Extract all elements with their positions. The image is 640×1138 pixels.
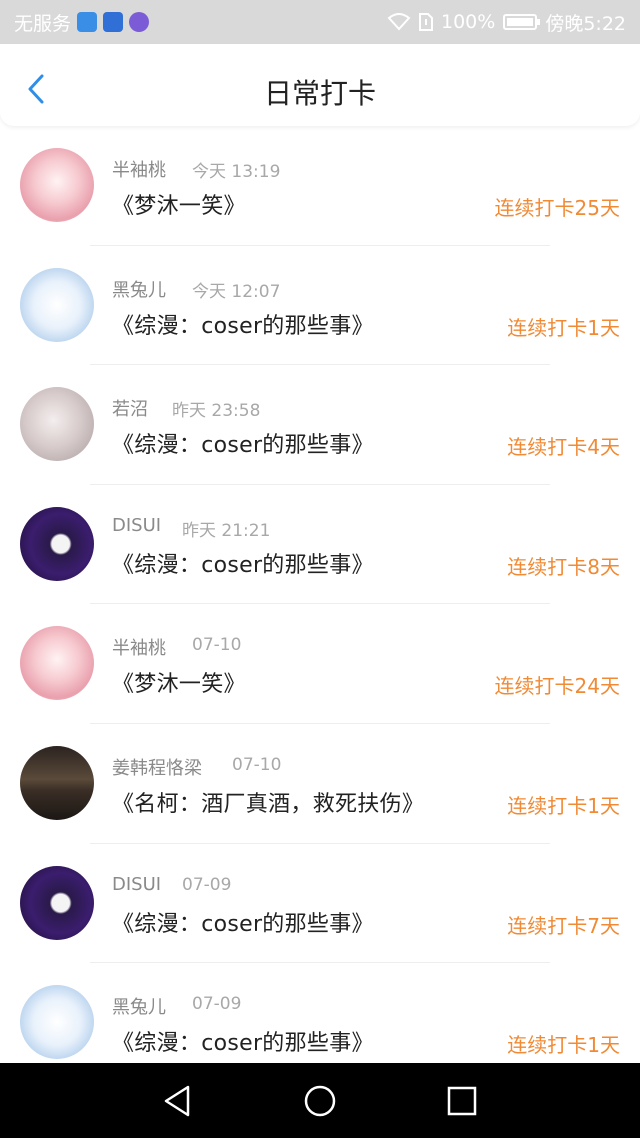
- user-name[interactable]: DISUI: [112, 515, 161, 536]
- list-item[interactable]: 黑兔儿 今天 12:07 《综漫：coser的那些事》 连续打卡1天: [0, 260, 640, 380]
- divider: [90, 842, 550, 844]
- divider: [90, 603, 550, 605]
- battery-icon: [503, 14, 541, 30]
- nav-home-icon[interactable]: [302, 1083, 338, 1119]
- avatar[interactable]: [20, 745, 94, 820]
- book-title[interactable]: 《综漫：coser的那些事》: [112, 427, 374, 459]
- user-name[interactable]: 黑兔儿: [112, 276, 166, 302]
- avatar[interactable]: [20, 626, 94, 701]
- avatar[interactable]: [20, 387, 94, 462]
- divider: [90, 722, 550, 724]
- shield-app-icon: [77, 12, 98, 32]
- avatar[interactable]: [20, 148, 94, 222]
- nav-recents-icon[interactable]: [444, 1083, 480, 1119]
- list-item[interactable]: 半袖桃 今天 13:19 《梦沐一笑》 连续打卡25天: [0, 140, 640, 260]
- divider: [90, 244, 550, 246]
- list-item[interactable]: 若沼 昨天 23:58 《综漫：coser的那些事》 连续打卡4天: [0, 379, 640, 499]
- book-title[interactable]: 《梦沐一笑》: [112, 666, 246, 698]
- user-name[interactable]: 半袖桃: [112, 156, 166, 182]
- book-title[interactable]: 《梦沐一笑》: [112, 188, 246, 220]
- divider: [90, 364, 550, 366]
- checkin-time: 今天 13:19: [192, 162, 281, 182]
- user-name[interactable]: 半袖桃: [112, 634, 166, 660]
- streak-label: 连续打卡1天: [507, 315, 620, 340]
- clock: 傍晚5:22: [545, 12, 626, 35]
- streak-label: 连续打卡7天: [507, 913, 620, 938]
- blue-app-icon: [103, 12, 124, 32]
- carrier-text: 无服务: [14, 12, 72, 35]
- checkin-time: 昨天 23:58: [172, 401, 261, 422]
- top-app-bar: 日常打卡: [0, 44, 640, 126]
- user-name[interactable]: 姜韩程恪梁: [112, 754, 202, 780]
- user-name[interactable]: 黑兔儿: [112, 993, 166, 1019]
- checkin-time: 今天 12:07: [192, 281, 281, 302]
- book-title[interactable]: 《综漫：coser的那些事》: [112, 547, 374, 579]
- page-title: 日常打卡: [263, 77, 376, 110]
- sim-icon: [419, 13, 433, 31]
- book-title[interactable]: 《综漫：coser的那些事》: [112, 1025, 374, 1057]
- status-bar: 无服务 100% 傍晚5:22: [0, 0, 640, 44]
- list-item[interactable]: 姜韩程恪梁 07-10 《名柯：酒厂真酒，救死扶伤》 连续打卡1天: [0, 738, 640, 858]
- avatar[interactable]: [20, 506, 94, 581]
- battery-percent: 100%: [441, 11, 496, 33]
- checkin-time: 07-10: [192, 635, 242, 656]
- wifi-icon: [387, 13, 411, 31]
- streak-label: 连续打卡1天: [507, 793, 620, 818]
- divider: [90, 483, 550, 485]
- user-name[interactable]: 若沼: [112, 395, 148, 421]
- book-title[interactable]: 《综漫：coser的那些事》: [112, 308, 374, 340]
- system-nav-bar: [0, 1063, 640, 1138]
- streak-label: 连续打卡25天: [494, 196, 620, 220]
- streak-label: 连续打卡24天: [494, 674, 620, 699]
- avatar[interactable]: [20, 985, 94, 1060]
- streak-label: 连续打卡8天: [507, 554, 620, 579]
- list-item[interactable]: DISUI 07-09 《综漫：coser的那些事》 连续打卡7天: [0, 858, 640, 978]
- checkin-list: 半袖桃 今天 13:19 《梦沐一笑》 连续打卡25天黑兔儿 今天 12:07 《综漫：c…: [0, 140, 640, 1097]
- checkin-time: 07-09: [192, 994, 242, 1015]
- purple-app-icon: [129, 12, 150, 32]
- nav-back-icon[interactable]: [160, 1083, 196, 1119]
- streak-label: 连续打卡1天: [507, 1033, 620, 1058]
- book-title[interactable]: 《名柯：酒厂真酒，救死扶伤》: [112, 786, 424, 818]
- avatar[interactable]: [20, 865, 94, 940]
- checkin-time: 昨天 21:21: [182, 520, 271, 541]
- checkin-time: 07-09: [182, 874, 232, 895]
- streak-label: 连续打卡4天: [507, 435, 620, 460]
- list-item[interactable]: 半袖桃 07-10 《梦沐一笑》 连续打卡24天: [0, 618, 640, 738]
- user-name[interactable]: DISUI: [112, 874, 161, 895]
- list-item[interactable]: DISUI 昨天 21:21 《综漫：coser的那些事》 连续打卡8天: [0, 499, 640, 619]
- avatar[interactable]: [20, 267, 94, 342]
- book-title[interactable]: 《综漫：coser的那些事》: [112, 906, 374, 938]
- checkin-time: 07-10: [232, 754, 282, 775]
- divider: [90, 962, 550, 964]
